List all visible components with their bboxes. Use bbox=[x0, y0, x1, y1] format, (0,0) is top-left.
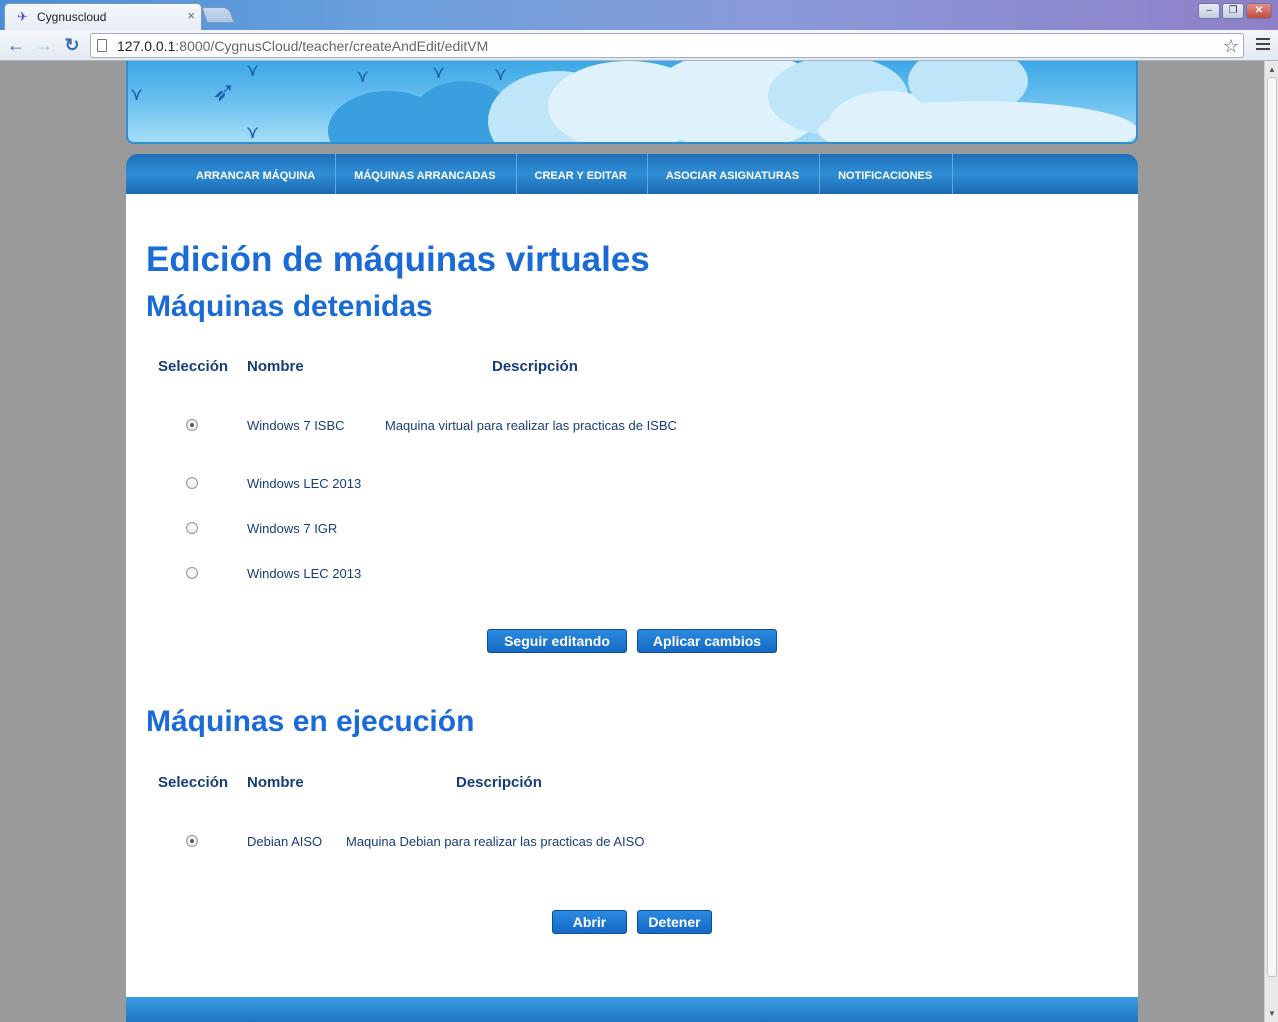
stopped-col-nombre: Nombre bbox=[247, 358, 304, 375]
back-icon[interactable]: ← bbox=[5, 34, 27, 56]
url-host: 127.0.0.1 bbox=[117, 38, 176, 54]
nav-item-crear-y-editar[interactable]: CREAR Y EDITAR bbox=[517, 154, 648, 194]
running-col-nombre: Nombre bbox=[247, 774, 304, 791]
tab-close-icon[interactable]: × bbox=[187, 9, 195, 23]
tab-title: Cygnuscloud bbox=[37, 10, 107, 24]
reload-icon[interactable]: ↻ bbox=[61, 34, 83, 56]
stopped-row-3-radio[interactable] bbox=[186, 522, 198, 534]
running-col-descripcion: Descripción bbox=[456, 774, 542, 791]
bookmark-star-icon[interactable]: ☆ bbox=[1223, 35, 1239, 57]
restore-button[interactable]: ❐ bbox=[1222, 3, 1244, 19]
scrollbar-thumb[interactable] bbox=[1267, 77, 1277, 977]
window-controls: – ❐ ✕ bbox=[1198, 3, 1272, 19]
running-row-1-name: Debian AISO bbox=[247, 834, 323, 849]
swallow-icon: ⋎ bbox=[246, 61, 260, 80]
detener-button[interactable]: Detener bbox=[637, 910, 712, 934]
swallow-icon: ⋎ bbox=[494, 64, 508, 84]
stopped-col-descripcion: Descripción bbox=[492, 358, 578, 375]
running-row-1-radio[interactable] bbox=[186, 835, 198, 847]
header-banner: ➶ ⋎ ⋎ ⋎ ⋎ ⋎ ⋎ bbox=[126, 61, 1138, 144]
swallow-icon: ⋎ bbox=[130, 84, 144, 104]
url-text[interactable]: 127.0.0.1:8000/CygnusCloud/teacher/creat… bbox=[117, 38, 488, 54]
url-path: :8000/CygnusCloud/teacher/createAndEdit/… bbox=[175, 38, 489, 54]
menu-icon[interactable] bbox=[1256, 38, 1270, 52]
browser-tab[interactable]: ✈ Cygnuscloud × bbox=[4, 3, 202, 30]
main-nav: ARRANCAR MÁQUINA MÁQUINAS ARRANCADAS CRE… bbox=[126, 154, 1138, 194]
close-window-button[interactable]: ✕ bbox=[1246, 3, 1272, 19]
forward-icon[interactable]: → bbox=[33, 34, 55, 56]
running-section-heading: Máquinas en ejecución bbox=[146, 705, 475, 738]
browser-tab-bar: ✈ Cygnuscloud × – ❐ ✕ bbox=[0, 0, 1278, 30]
aplicar-cambios-button[interactable]: Aplicar cambios bbox=[637, 629, 777, 653]
abrir-button[interactable]: Abrir bbox=[552, 910, 627, 934]
swallow-icon: ⋎ bbox=[432, 62, 446, 82]
page-title: Edición de máquinas virtuales bbox=[146, 240, 650, 279]
site-container: ➶ ⋎ ⋎ ⋎ ⋎ ⋎ ⋎ ARRANCAR MÁQUINA MÁQUINAS … bbox=[126, 61, 1138, 1022]
swallow-icon: ⋎ bbox=[356, 66, 370, 86]
nav-item-asociar-asignaturas[interactable]: ASOCIAR ASIGNATURAS bbox=[648, 154, 821, 194]
new-tab-button[interactable] bbox=[201, 7, 235, 23]
running-col-seleccion: Selección bbox=[158, 774, 229, 791]
vertical-scrollbar[interactable]: ▲ ▼ bbox=[1264, 61, 1278, 1022]
seguir-editando-button[interactable]: Seguir editando bbox=[487, 629, 627, 653]
nav-item-arrancar-maquina[interactable]: ARRANCAR MÁQUINA bbox=[178, 154, 337, 194]
minimize-button[interactable]: – bbox=[1198, 3, 1220, 19]
browser-toolbar: ← → ↻ 127.0.0.1:8000/CygnusCloud/teacher… bbox=[0, 30, 1278, 61]
main-content: Edición de máquinas virtuales Máquinas d… bbox=[126, 194, 1138, 997]
stopped-row-1-name: Windows 7 ISBC bbox=[247, 418, 345, 433]
stopped-col-seleccion: Selección bbox=[158, 358, 229, 375]
stopped-row-2-radio[interactable] bbox=[186, 477, 198, 489]
stopped-section-heading: Máquinas detenidas bbox=[146, 290, 433, 323]
nav-item-notificaciones[interactable]: NOTIFICACIONES bbox=[820, 154, 954, 194]
page-icon bbox=[97, 39, 107, 52]
stopped-row-4-name: Windows LEC 2013 bbox=[247, 566, 362, 581]
running-row-1-description: Maquina Debian para realizar las practic… bbox=[346, 834, 645, 849]
page-viewport: ➶ ⋎ ⋎ ⋎ ⋎ ⋎ ⋎ ARRANCAR MÁQUINA MÁQUINAS … bbox=[0, 61, 1264, 1022]
address-bar[interactable]: 127.0.0.1:8000/CygnusCloud/teacher/creat… bbox=[90, 33, 1244, 58]
stopped-row-1-radio[interactable] bbox=[186, 419, 198, 431]
stopped-row-3-name: Windows 7 IGR bbox=[247, 521, 338, 536]
nav-items: ARRANCAR MÁQUINA MÁQUINAS ARRANCADAS CRE… bbox=[178, 154, 954, 194]
swan-icon: ➶ bbox=[212, 76, 236, 107]
stopped-row-2-name: Windows LEC 2013 bbox=[247, 476, 362, 491]
stopped-row-1-description: Maquina virtual para realizar las practi… bbox=[385, 418, 677, 433]
swallow-icon: ⋎ bbox=[246, 122, 260, 142]
nav-item-maquinas-arrancadas[interactable]: MÁQUINAS ARRANCADAS bbox=[336, 154, 517, 194]
stopped-row-4-radio[interactable] bbox=[186, 567, 198, 579]
cygnus-favicon-icon: ✈ bbox=[17, 9, 28, 24]
scroll-up-arrow-icon[interactable]: ▲ bbox=[1268, 65, 1276, 74]
scroll-down-arrow-icon[interactable]: ▼ bbox=[1268, 1009, 1276, 1018]
page-footer bbox=[126, 997, 1138, 1022]
